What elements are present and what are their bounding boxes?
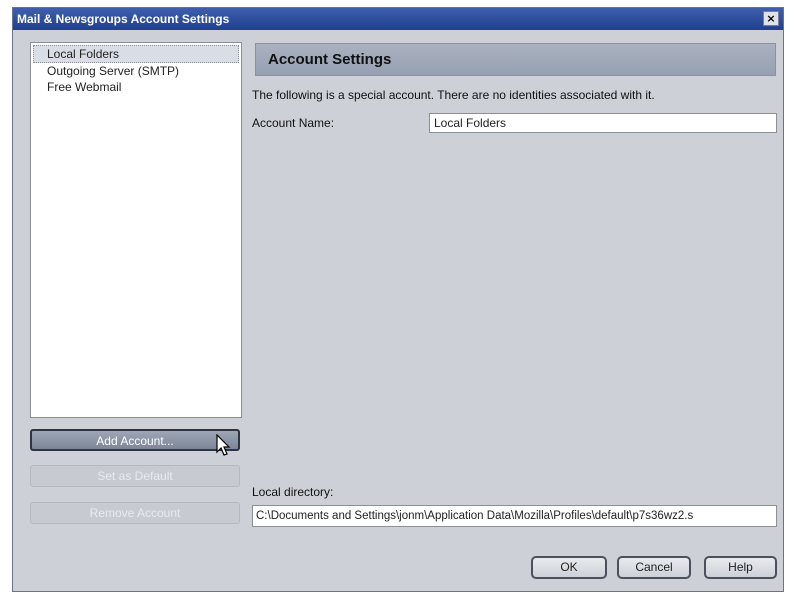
account-name-label: Account Name: (252, 116, 335, 130)
local-directory-label: Local directory: (252, 485, 334, 499)
cancel-button[interactable]: Cancel (617, 556, 691, 579)
account-list[interactable]: Local Folders Outgoing Server (SMTP) Fre… (30, 42, 242, 418)
dialog-title: Mail & Newsgroups Account Settings (13, 8, 783, 30)
account-item-local-folders[interactable]: Local Folders (33, 45, 239, 63)
ok-button[interactable]: OK (531, 556, 607, 579)
add-account-button[interactable]: Add Account... (30, 429, 240, 451)
mouse-pointer-icon (216, 434, 231, 456)
close-button[interactable]: × (763, 11, 779, 26)
panel-title: Account Settings (255, 43, 776, 76)
local-directory-field[interactable]: C:\Documents and Settings\jonm\Applicati… (252, 505, 777, 527)
help-button[interactable]: Help (704, 556, 777, 579)
account-item-free-webmail[interactable]: Free Webmail (31, 79, 241, 95)
account-item-outgoing-server[interactable]: Outgoing Server (SMTP) (31, 63, 241, 79)
account-settings-dialog: Mail & Newsgroups Account Settings × Loc… (12, 7, 784, 592)
remove-account-button[interactable]: Remove Account (30, 502, 240, 524)
set-default-button[interactable]: Set as Default (30, 465, 240, 487)
special-account-info: The following is a special account. Ther… (252, 88, 655, 102)
account-name-field[interactable]: Local Folders (429, 113, 777, 133)
